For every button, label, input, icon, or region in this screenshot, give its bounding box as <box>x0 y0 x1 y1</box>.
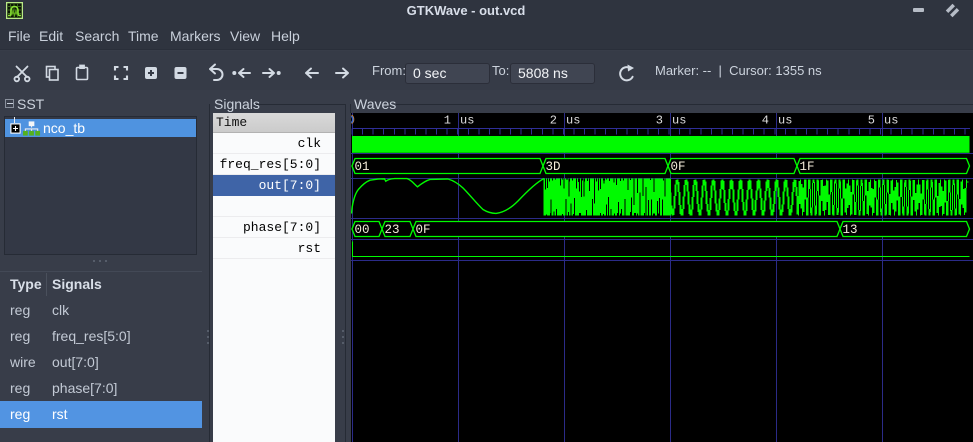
svg-text:13: 13 <box>843 223 858 237</box>
svg-text:2: 2 <box>550 114 557 128</box>
svg-text:us: us <box>566 114 580 128</box>
svg-text:4: 4 <box>762 114 769 128</box>
svg-text:0F: 0F <box>416 223 431 237</box>
svg-text:us: us <box>884 114 898 128</box>
svg-text:us: us <box>672 114 686 128</box>
svg-text:23: 23 <box>385 223 400 237</box>
svg-text:5: 5 <box>868 114 875 128</box>
svg-text:00: 00 <box>355 223 370 237</box>
svg-text:us: us <box>460 114 474 128</box>
svg-text:0F: 0F <box>671 160 686 174</box>
svg-text:01: 01 <box>355 160 370 174</box>
svg-text:1F: 1F <box>800 160 815 174</box>
svg-text:3: 3 <box>656 114 663 128</box>
svg-text:1: 1 <box>444 114 451 128</box>
svg-text:3D: 3D <box>546 160 561 174</box>
svg-text:us: us <box>778 114 792 128</box>
